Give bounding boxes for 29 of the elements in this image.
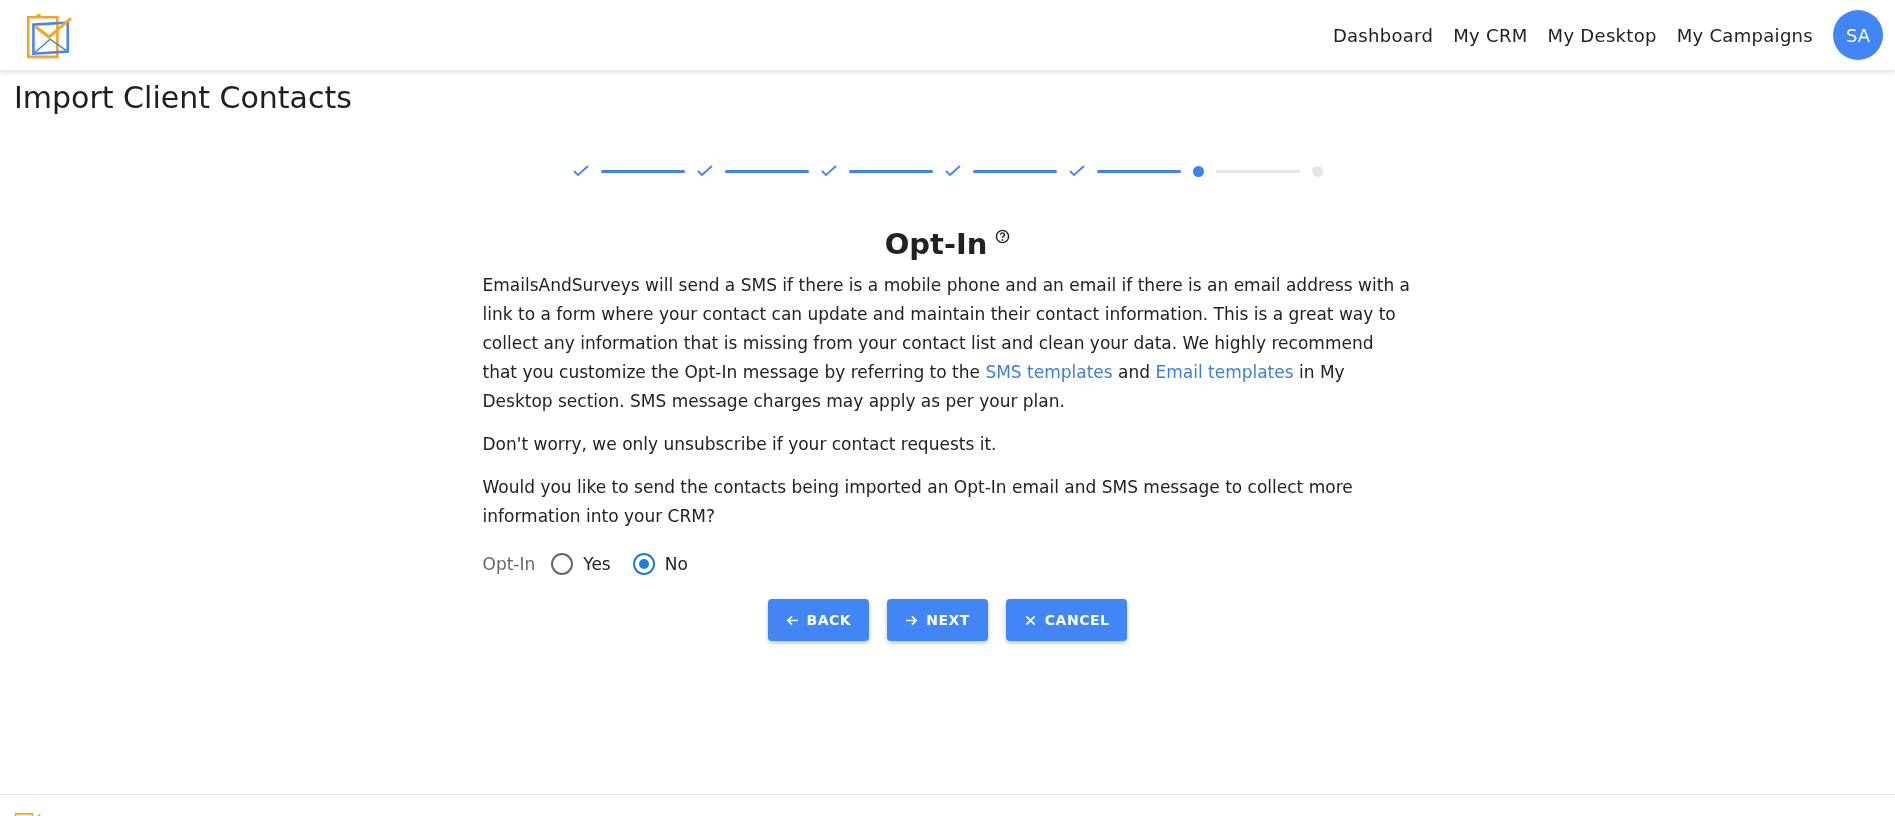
nav-link[interactable]: My CRM [1453,24,1528,46]
arrow-left-icon [785,613,799,627]
step-dot[interactable] [1192,165,1204,177]
paragraph: Would you like to send the contacts being imported an Opt-In email and SMS message to collect more information into your CRM? [482,476,1354,528]
check-icon[interactable] [572,165,589,177]
user-avatar[interactable]: SA [1833,10,1883,60]
radio-option[interactable]: No [632,553,688,575]
page-title: Import Client Contacts [14,80,352,115]
section-title: Opt-In [884,227,988,261]
step-dot[interactable] [1311,165,1323,177]
check-icon[interactable] [944,165,961,177]
back-button[interactable]: BACK [767,599,870,641]
cancel-button[interactable]: CANCEL [1005,599,1128,641]
help-icon[interactable] [995,229,1011,244]
close-icon [1023,613,1037,627]
nav-link[interactable]: My Desktop [1547,24,1657,46]
arrow-right-icon [905,613,919,627]
radio-option[interactable]: Yes [551,553,611,575]
paragraph: Don't worry, we only unsubscribe if your contact requests it. [482,433,998,456]
template-link[interactable]: SMS templates [985,362,1113,382]
check-icon[interactable] [1068,165,1085,177]
radio-group-label: Opt-In [482,554,536,574]
next-button[interactable]: NEXT [887,599,988,641]
template-link[interactable]: Email templates [1155,362,1294,382]
intro-paragraph: EmailsAndSurveys will send a SMS if there is a mobile phone and an email if there is an email address with a link to a form where your contact can update and maintain their contact information. This is a great way to collect any information that is missing from your contact list and clean your data. We highly recommend that you customize the Opt-In message by referring to the SMS templates and Email templates in My Desktop section. SMS message charges may apply as per your plan. [482,274,1411,413]
nav-link[interactable]: My Campaigns [1676,24,1813,46]
nav-link[interactable]: Dashboard [1332,24,1434,46]
check-icon[interactable] [820,165,837,177]
check-icon[interactable] [696,165,713,177]
